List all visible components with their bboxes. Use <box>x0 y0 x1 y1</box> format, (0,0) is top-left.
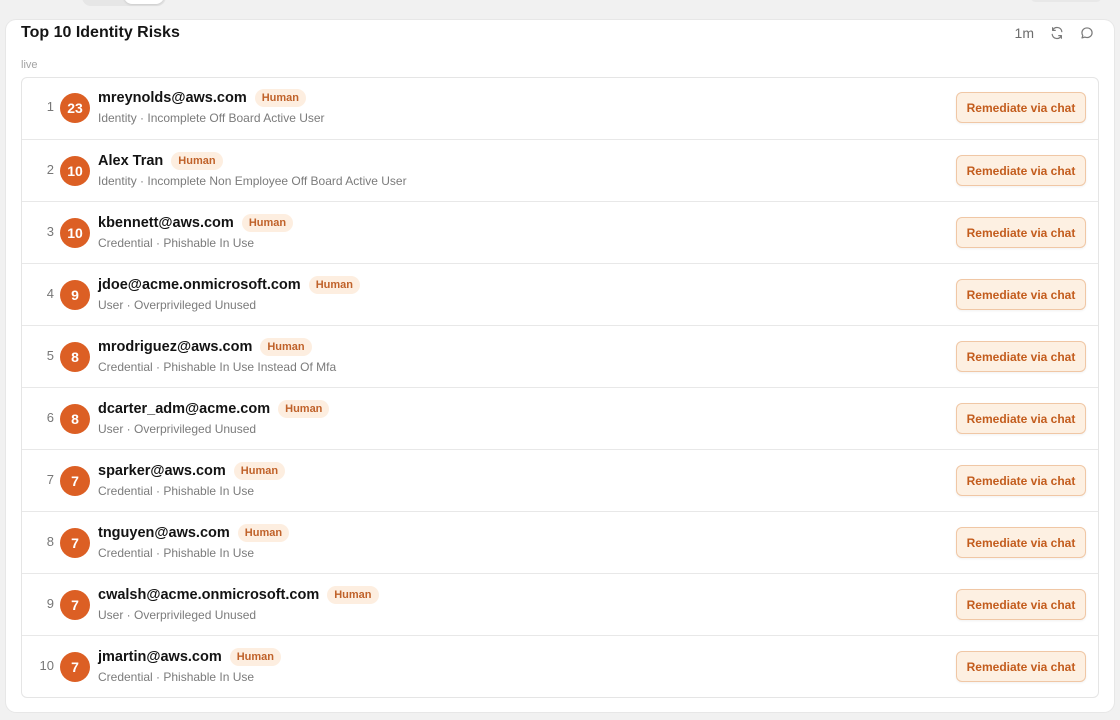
risk-score-badge: 7 <box>60 590 90 620</box>
remediate-via-chat-button[interactable]: Remediate via chat <box>956 341 1086 372</box>
rank-number: 1 <box>46 99 54 114</box>
risk-score-badge: 7 <box>60 466 90 496</box>
risk-score-badge: 9 <box>60 280 90 310</box>
rank-number: 3 <box>46 224 54 239</box>
identity-name[interactable]: kbennett@aws.com <box>98 215 234 231</box>
risk-detail: Identity · Incomplete Non Employee Off B… <box>98 174 407 188</box>
risk-detail: Credential · Phishable In Use <box>98 670 255 684</box>
identity-name[interactable]: mrodriguez@aws.com <box>98 339 252 355</box>
identity-type-badge: Human <box>171 152 223 170</box>
risk-row: 9 7 cwalsh@acme.onmicrosoft.com Human Us… <box>22 573 1098 635</box>
remediate-via-chat-button[interactable]: Remediate via chat <box>956 279 1086 310</box>
risk-detail: User · Overprivileged Unused <box>98 608 257 622</box>
identity-name-line: jdoe@acme.onmicrosoft.com Human <box>98 276 360 294</box>
identity-name-line: Alex Tran Human <box>98 152 223 170</box>
identity-type-badge: Human <box>241 214 294 232</box>
identity-type-badge: Human <box>327 586 379 604</box>
identity-name[interactable]: sparker@aws.com <box>98 463 226 479</box>
remediate-via-chat-button[interactable]: Remediate via chat <box>956 527 1086 558</box>
identity-name[interactable]: cwalsh@acme.onmicrosoft.com <box>98 587 319 603</box>
rank-number: 5 <box>46 348 54 363</box>
remediate-via-chat-button[interactable]: Remediate via chat <box>956 465 1086 496</box>
risk-row: 8 7 tnguyen@aws.com Human Credential · P… <box>22 511 1098 573</box>
identity-name[interactable]: Alex Tran <box>98 153 163 169</box>
risk-row: 7 7 sparker@aws.com Human Credential · P… <box>22 449 1098 511</box>
identity-type-badge: Human <box>254 89 306 107</box>
risk-score-badge: 10 <box>60 156 90 186</box>
remediate-via-chat-button[interactable]: Remediate via chat <box>956 217 1086 248</box>
risk-list: 1 23 mreynolds@aws.com Human Identity · … <box>21 77 1099 698</box>
identity-name[interactable]: mreynolds@aws.com <box>98 90 247 106</box>
risk-detail: Credential · Phishable In Use <box>98 546 255 560</box>
view-toggle[interactable] <box>82 0 166 6</box>
risk-score-badge: 7 <box>60 652 90 682</box>
remediate-via-chat-button[interactable]: Remediate via chat <box>956 403 1086 434</box>
identity-name-line: sparker@aws.com Human <box>98 462 286 480</box>
view-toggle-active-option[interactable] <box>124 0 164 4</box>
identity-type-badge: Human <box>233 462 286 480</box>
identity-name-line: mreynolds@aws.com Human <box>98 89 306 107</box>
identity-type-badge: Human <box>260 338 312 356</box>
risk-row: 4 9 jdoe@acme.onmicrosoft.com Human User… <box>22 263 1098 325</box>
risk-detail: User · Overprivileged Unused <box>98 298 257 312</box>
remediate-via-chat-button[interactable]: Remediate via chat <box>956 155 1086 186</box>
risk-score-badge: 23 <box>60 93 90 123</box>
live-status: live <box>21 59 38 71</box>
rank-number: 7 <box>46 472 54 487</box>
identity-name[interactable]: jmartin@aws.com <box>98 649 222 665</box>
risk-detail: Credential · Phishable In Use Instead Of… <box>98 360 337 374</box>
identity-name-line: jmartin@aws.com Human <box>98 648 282 666</box>
rank-number: 9 <box>46 596 54 611</box>
risk-row: 2 10 Alex Tran Human Identity · Incomple… <box>22 139 1098 201</box>
header-button[interactable] <box>1030 0 1102 2</box>
rank-number: 4 <box>46 286 54 301</box>
chat-bubble-icon[interactable] <box>1078 24 1096 42</box>
identity-name-line: cwalsh@acme.onmicrosoft.com Human <box>98 586 379 604</box>
refresh-interval[interactable]: 1m <box>1015 25 1034 41</box>
risk-row: 1 23 mreynolds@aws.com Human Identity · … <box>22 78 1098 139</box>
identity-type-badge: Human <box>308 276 360 294</box>
identity-name[interactable]: tnguyen@aws.com <box>98 525 230 541</box>
identity-name-line: mrodriguez@aws.com Human <box>98 338 312 356</box>
remediate-via-chat-button[interactable]: Remediate via chat <box>956 651 1086 682</box>
risk-score-badge: 8 <box>60 342 90 372</box>
risk-detail: Credential · Phishable In Use <box>98 484 255 498</box>
identity-type-badge: Human <box>237 524 290 542</box>
identity-risks-card: Top 10 Identity Risks 1m live 1 23 mreyn… <box>6 20 1114 712</box>
rank-number: 2 <box>46 162 54 177</box>
risk-detail: User · Overprivileged Unused <box>98 422 257 436</box>
risk-score-badge: 8 <box>60 404 90 434</box>
refresh-icon[interactable] <box>1048 24 1066 42</box>
risk-row: 6 8 dcarter_adm@acme.com Human User · Ov… <box>22 387 1098 449</box>
risk-row: 10 7 jmartin@aws.com Human Credential · … <box>22 635 1098 697</box>
rank-number: 8 <box>46 534 54 549</box>
risk-row: 5 8 mrodriguez@aws.com Human Credential … <box>22 325 1098 387</box>
identity-name[interactable]: jdoe@acme.onmicrosoft.com <box>98 277 301 293</box>
identity-name-line: tnguyen@aws.com Human <box>98 524 290 542</box>
risk-detail: Identity · Incomplete Off Board Active U… <box>98 111 325 125</box>
identity-name[interactable]: dcarter_adm@acme.com <box>98 401 270 417</box>
risk-detail: Credential · Phishable In Use <box>98 236 255 250</box>
risk-score-badge: 10 <box>60 218 90 248</box>
risk-row: 3 10 kbennett@aws.com Human Credential ·… <box>22 201 1098 263</box>
rank-number: 6 <box>46 410 54 425</box>
identity-type-badge: Human <box>278 400 330 418</box>
identity-name-line: kbennett@aws.com Human <box>98 214 294 232</box>
card-actions: 1m <box>1015 25 1096 41</box>
remediate-via-chat-button[interactable]: Remediate via chat <box>956 92 1086 123</box>
identity-type-badge: Human <box>229 648 282 666</box>
risk-score-badge: 7 <box>60 528 90 558</box>
identity-name-line: dcarter_adm@acme.com Human <box>98 400 330 418</box>
remediate-via-chat-button[interactable]: Remediate via chat <box>956 589 1086 620</box>
card-title: Top 10 Identity Risks <box>21 24 180 41</box>
rank-number: 10 <box>39 658 54 673</box>
